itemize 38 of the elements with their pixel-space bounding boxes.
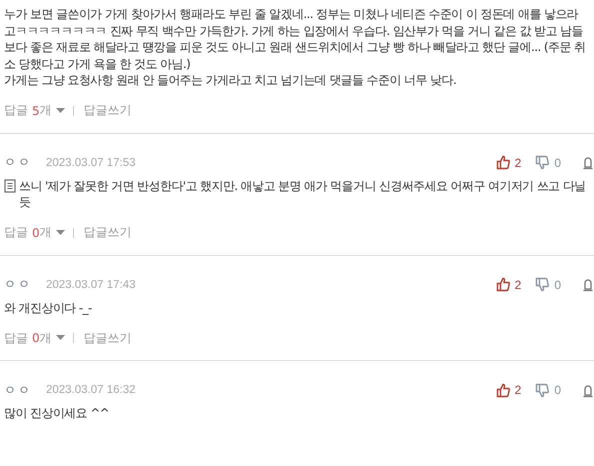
author-name[interactable]: ㅇㅇ — [4, 276, 32, 293]
reply-label: 답글 — [4, 102, 28, 119]
comment-text: 쓰니 '제가 잘못한 거면 반성한다'고 했지만. 애낳고 분명 애가 먹을거니 신경써주세요 어쩌구 여기저기 쓰고 다닐듯 — [19, 178, 587, 210]
report-icon[interactable] — [583, 382, 593, 398]
report-icon[interactable] — [583, 277, 593, 292]
reply-unit: 개 — [40, 330, 52, 346]
reply-count: 0 — [32, 226, 40, 240]
reply-label: 답글 — [4, 330, 28, 346]
like-count: 2 — [514, 156, 522, 170]
comment-date: 2023.03.07 16:32 — [46, 384, 136, 396]
thumbs-up-icon[interactable] — [496, 155, 511, 170]
dislike-count: 0 — [554, 278, 561, 292]
like-count: 2 — [514, 383, 522, 397]
comment-date: 2023.03.07 17:43 — [46, 278, 136, 290]
comment-text: 누가 보면 글쓴이가 가게 찾아가서 행패라도 부린 줄 알겠네... 정부는 미쳤나 네티즌 수준이 이 정돈데 애를 낳으라고ㅋㅋㅋㅋㅋㅋㅋㅋ 진짜 무직 백수만 가득한가. 가게 하는 입장에서 우습다. 임산부가 먹을 거니 같은 값 받고 남들보다 좋은 재료로 해달라고 떙깡을 피운 것도 아니고 원래 샌드위치에서 그냥 빵 하나 빼달라고 했단 글에... (주문 취소 당했다고 가게 욕을 한 것도 아님.) — [4, 6, 586, 72]
thumbs-down-icon[interactable] — [535, 277, 550, 292]
caret-down-icon[interactable] — [56, 108, 65, 114]
reply-label: 답글 — [4, 224, 28, 241]
thumbs-up-icon[interactable] — [496, 382, 511, 398]
comment-text: 많이 진상이세요 ^^ — [4, 405, 110, 422]
reply-unit: 개 — [40, 224, 52, 241]
comment-text: 와 개진상이다 -_- — [4, 300, 93, 316]
reply-unit: 개 — [40, 102, 52, 119]
dislike-count: 0 — [554, 383, 561, 397]
like-count: 2 — [514, 278, 522, 292]
thumbs-down-icon[interactable] — [535, 155, 550, 170]
reply-count: 5 — [32, 104, 40, 118]
caret-down-icon[interactable] — [56, 230, 65, 236]
thumbs-up-icon[interactable] — [496, 277, 511, 292]
author-name[interactable]: ㅇㅇ — [4, 154, 32, 171]
author-name[interactable]: ㅇㅇ — [4, 382, 32, 398]
caret-down-icon[interactable] — [56, 335, 65, 341]
report-icon[interactable] — [583, 155, 593, 170]
thumbs-down-icon[interactable] — [535, 382, 550, 398]
reply-count: 0 — [32, 331, 40, 345]
comment-text: 가게는 그냥 요청사항 원래 안 들어주는 가게라고 치고 넘기는데 댓글들 수준이 너무 낮다. — [4, 72, 458, 88]
comment-date: 2023.03.07 17:53 — [46, 156, 136, 168]
dislike-count: 0 — [554, 156, 561, 170]
